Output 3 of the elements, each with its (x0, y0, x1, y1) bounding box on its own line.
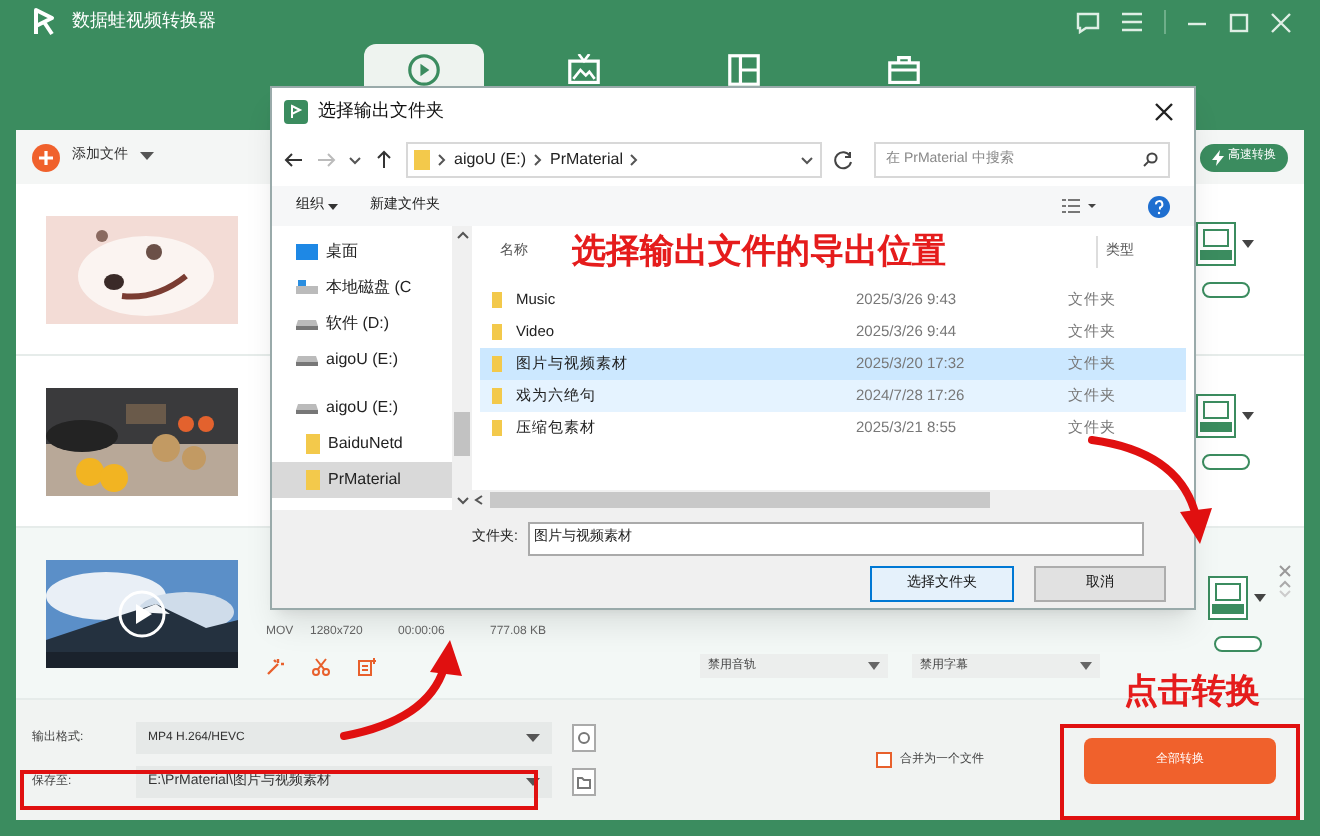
annotation-text: 选择输出文件的导出位置 (572, 234, 946, 268)
dialog-title: 选择输出文件夹 (318, 97, 444, 124)
app-title: 数据蛙视频转换器 (72, 8, 216, 35)
